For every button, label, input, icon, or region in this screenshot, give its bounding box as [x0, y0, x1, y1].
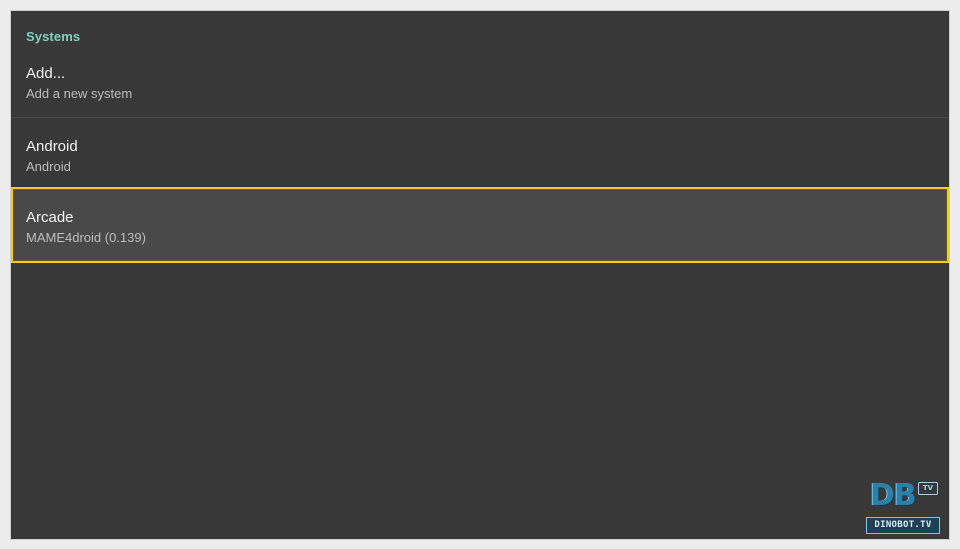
watermark-letters: DB	[870, 478, 917, 513]
list-item-add-system[interactable]: Add... Add a new system	[11, 63, 949, 117]
watermark-logo: DB TV DINOBOT.TV	[866, 480, 942, 536]
item-subtitle: MAME4droid (0.139)	[26, 230, 146, 245]
section-header-systems: Systems	[26, 29, 81, 44]
watermark-tv-badge: TV	[918, 482, 938, 495]
list-item-android[interactable]: Android Android	[11, 118, 949, 190]
watermark-text: DINOBOT.TV	[866, 517, 940, 534]
tv-screen: Systems Add... Add a new system Android …	[11, 11, 949, 539]
item-subtitle: Add a new system	[26, 86, 133, 101]
item-title: Add...	[26, 65, 66, 82]
list-item-arcade-selected[interactable]: Arcade MAME4droid (0.139)	[11, 187, 949, 263]
item-title: Android	[26, 138, 78, 155]
item-subtitle: Android	[26, 159, 71, 174]
item-title: Arcade	[26, 209, 74, 226]
